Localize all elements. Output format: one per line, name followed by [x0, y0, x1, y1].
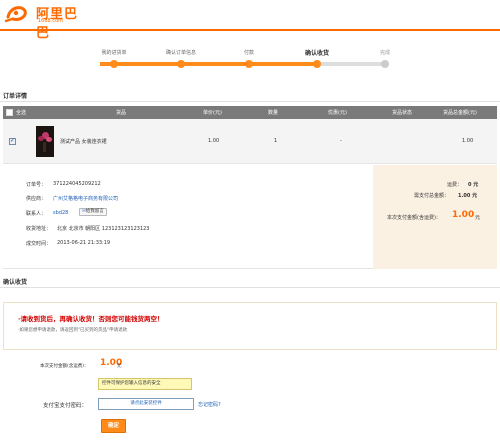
product-qty: 1: [274, 138, 278, 144]
step-dot: [110, 60, 118, 68]
progress-track-remaining: [318, 62, 386, 66]
logo[interactable]: 阿里巴巴 1688.com: [4, 3, 84, 41]
progress-track-done: [100, 62, 318, 66]
step-label-cart: 我的进货单: [101, 50, 127, 56]
password-label: 支付宝支付密码：: [43, 403, 88, 409]
warning-text: ·请收到货后，再确认收货！否则您可能钱货两空！: [18, 315, 164, 323]
contact-label: 联系人：: [26, 211, 47, 217]
confirm-button[interactable]: 确定: [101, 419, 126, 433]
leave-message-label: 给我留言: [85, 209, 104, 214]
product-total: 1.00: [462, 138, 474, 144]
col-discount: 优惠(元): [328, 110, 347, 116]
step-dot: [177, 60, 185, 68]
step-dot: [313, 60, 321, 68]
supplier-link[interactable]: 广州艾格格电子商务有限公司: [53, 195, 118, 202]
payable-value: 1.00 元: [458, 193, 478, 199]
product-name[interactable]: 测试产品 女装连衣裙: [60, 138, 107, 145]
order-details-title: 订单详情: [3, 93, 28, 100]
step-dot: [381, 60, 389, 68]
col-price: 单价(元): [203, 110, 222, 116]
header-divider: [0, 29, 500, 31]
col-qty: 数量: [268, 110, 279, 116]
paid-unit: 元: [475, 215, 481, 221]
step-label-confirm-receipt: 确认收货: [304, 50, 329, 57]
password-input[interactable]: 请点此安装控件: [98, 398, 194, 410]
brand-domain: 1688.com: [38, 18, 63, 24]
order-table-header: 全选 货品 单价(元) 数量 优惠(元) 货品状态 货品总金额(元): [3, 106, 497, 119]
product-discount: -: [340, 138, 342, 144]
table-row: 测试产品 女装连衣裙 1.00 1 - 1.00: [3, 119, 497, 164]
row-checkbox[interactable]: [9, 137, 16, 145]
section-divider: [0, 101, 500, 102]
address-label: 收货地址：: [26, 226, 52, 232]
payable-label: 需支付总金额：: [414, 193, 450, 199]
time-label: 成交时间：: [26, 241, 52, 247]
product-thumbnail[interactable]: [36, 126, 54, 157]
alibaba-logo-icon: [4, 6, 27, 23]
pay-amount-label: 本次支付金额(含运费)：: [40, 364, 89, 369]
address: 北京 北京市 朝阳区 123123123123123: [57, 226, 150, 232]
deal-time: 2013-06-21 21:33:19: [57, 240, 111, 246]
col-status: 货品状态: [392, 110, 413, 116]
shipping-label: 运费：: [447, 182, 463, 188]
step-dot: [245, 60, 253, 68]
step-label-finish: 完成: [379, 50, 390, 56]
confirm-receipt-title: 确认收货: [3, 279, 28, 286]
col-select-all[interactable]: 全选: [16, 109, 26, 116]
col-product: 货品: [116, 110, 127, 116]
paid-label: 本次支付金额(含运费)：: [387, 215, 441, 221]
order-no-label: 订单号：: [26, 182, 47, 188]
step-label-confirm-order: 确认订单信息: [165, 50, 196, 56]
warning-notice: [3, 302, 497, 350]
section-divider: [0, 287, 500, 288]
select-all-checkbox[interactable]: [6, 109, 13, 116]
forgot-password-link[interactable]: 忘记密码?: [198, 401, 221, 408]
shipping-value: 0 元: [468, 182, 479, 188]
order-no: 371224045209212: [53, 181, 101, 187]
step-label-pay: 付款: [243, 50, 254, 56]
pay-unit: 元: [117, 364, 122, 369]
paid-amount: 1.00: [452, 210, 475, 220]
refund-tip: ·如果您想申请退款，请返回到"已买到的货品"申请退款: [18, 328, 128, 333]
contact-link[interactable]: sbd28: [53, 210, 68, 216]
product-price: 1.00: [208, 138, 220, 144]
col-total: 货品总金额(元): [443, 110, 477, 116]
leave-message-button[interactable]: ✉给我留言: [79, 208, 107, 216]
security-tooltip: 控件可保护您输入信息的安全: [98, 378, 192, 390]
supplier-label: 供应商：: [26, 196, 47, 202]
